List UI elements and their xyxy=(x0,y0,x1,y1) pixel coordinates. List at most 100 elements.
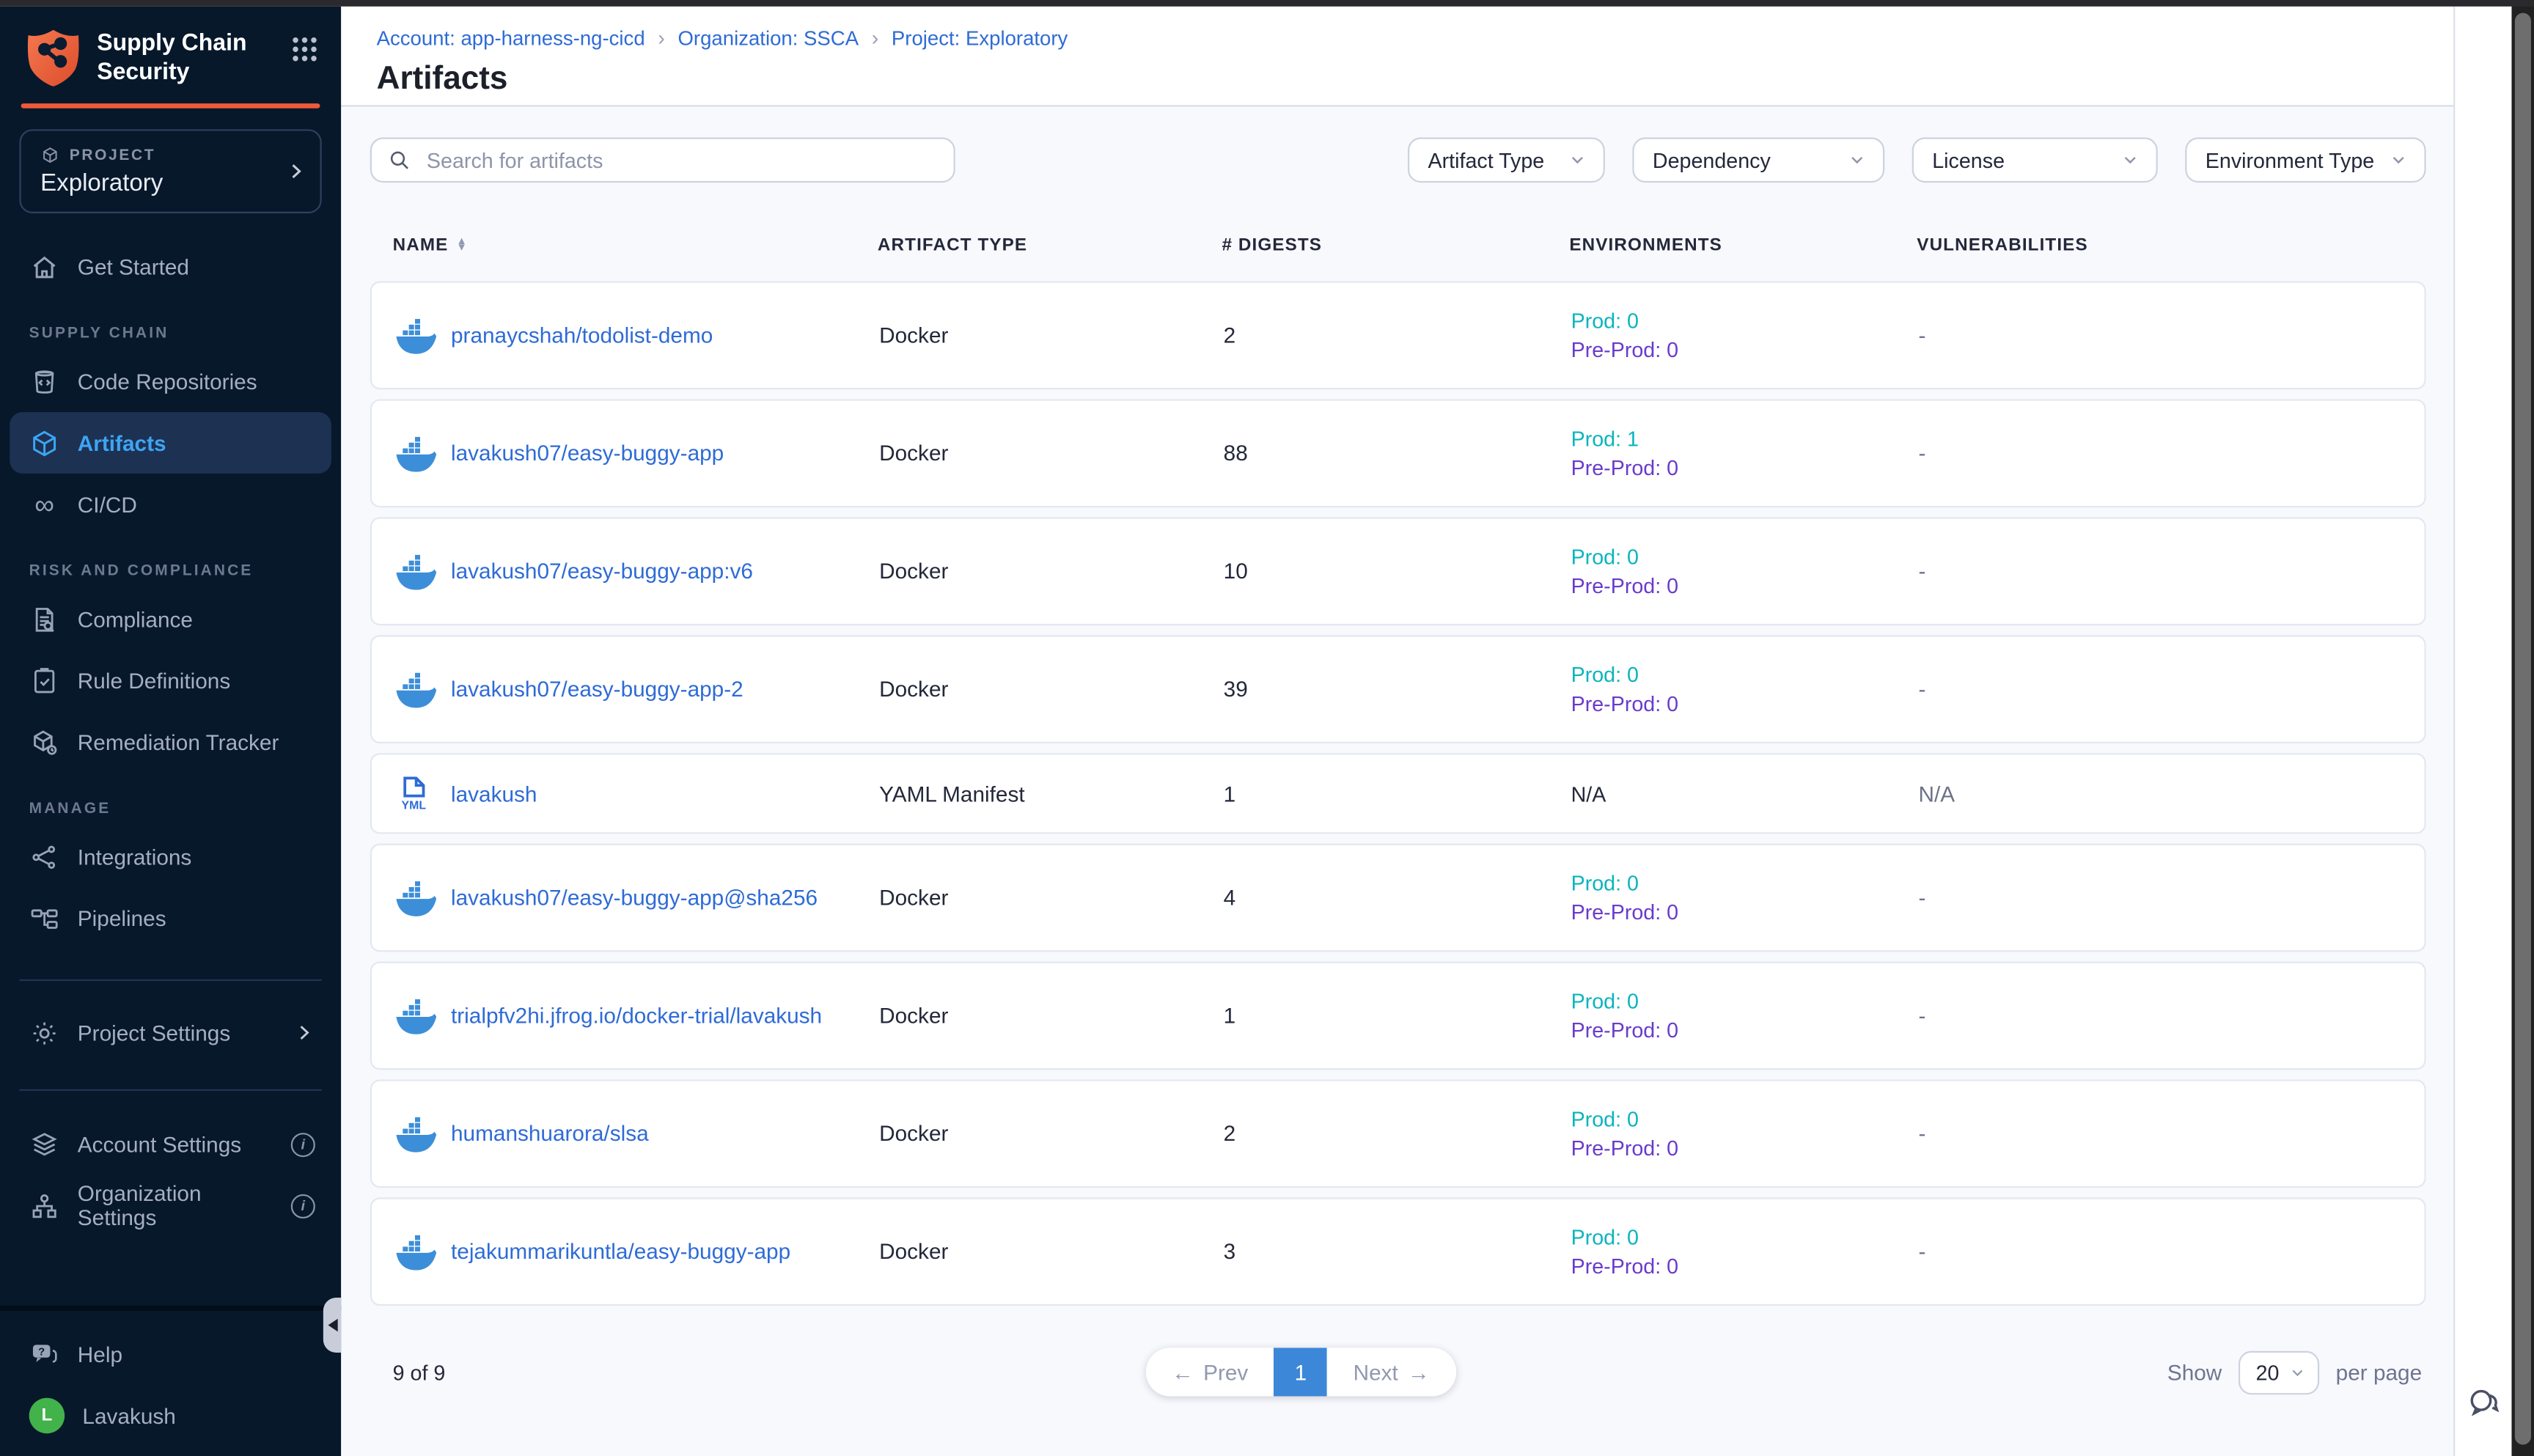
environments-cell: N/A xyxy=(1571,782,1919,806)
env-preprod-link[interactable]: Pre-Prod: 0 xyxy=(1571,900,1919,924)
artifact-type-value: Docker xyxy=(879,677,1224,702)
vulnerabilities-value: N/A xyxy=(1919,782,2424,806)
env-prod-link[interactable]: Prod: 0 xyxy=(1571,871,1919,895)
sidebar-item-integrations[interactable]: Integrations xyxy=(10,826,331,887)
env-prod-link[interactable]: Prod: 0 xyxy=(1571,545,1919,569)
vulnerabilities-value: - xyxy=(1919,559,2424,584)
sidebar-item-label: CI/CD xyxy=(78,492,137,516)
artifact-name-link[interactable]: humanshuarora/slsa xyxy=(451,1122,649,1146)
vulnerabilities-value: - xyxy=(1919,1240,2424,1264)
env-preprod-link[interactable]: Pre-Prod: 0 xyxy=(1571,691,1919,716)
artifact-name-link[interactable]: pranaycshah/todolist-demo xyxy=(451,323,713,348)
filter-dependency[interactable]: Dependency xyxy=(1631,137,1884,183)
sidebar-item-organization-settings[interactable]: Organization Settings i xyxy=(10,1175,331,1237)
info-icon[interactable]: i xyxy=(291,1132,315,1156)
page-size-select[interactable]: 20 xyxy=(2238,1351,2319,1395)
vulnerabilities-value: - xyxy=(1919,441,2424,466)
help-chat-icon: ? xyxy=(29,1339,60,1369)
sidebar-footer: ? Help L Lavakush xyxy=(0,1306,341,1456)
sidebar-item-remediation-tracker[interactable]: Remediation Tracker xyxy=(10,711,331,773)
page-scrollbar[interactable] xyxy=(2511,0,2534,1456)
env-prod-link[interactable]: Prod: 1 xyxy=(1571,427,1919,451)
docker-icon xyxy=(394,668,436,710)
env-prod-link[interactable]: Prod: 0 xyxy=(1571,989,1919,1013)
filter-label: License xyxy=(1932,148,2005,172)
filter-license[interactable]: License xyxy=(1911,137,2157,183)
environments-cell: Prod: 0 Pre-Prod: 0 xyxy=(1571,663,1919,716)
arrow-right-icon: → xyxy=(1408,1360,1430,1384)
pager: ← Prev 1 Next→ xyxy=(1146,1347,1455,1396)
docker-icon xyxy=(394,1231,436,1273)
env-preprod-link[interactable]: Pre-Prod: 0 xyxy=(1571,1136,1919,1161)
env-prod-link[interactable]: Prod: 0 xyxy=(1571,309,1919,333)
scrollbar-thumb[interactable] xyxy=(2515,13,2531,1445)
docker-icon xyxy=(394,433,436,474)
page-1-button[interactable]: 1 xyxy=(1274,1347,1328,1396)
layers-icon xyxy=(29,1129,60,1160)
sidebar-item-project-settings[interactable]: Project Settings xyxy=(10,1002,331,1064)
artifact-name-link[interactable]: tejakummarikuntla/easy-buggy-app xyxy=(451,1240,790,1264)
env-preprod-link[interactable]: Pre-Prod: 0 xyxy=(1571,1018,1919,1043)
chevron-down-icon xyxy=(2120,150,2139,169)
collapse-arrow-icon xyxy=(327,1319,337,1332)
column-header-vulnerabilities: VULNERABILITIES xyxy=(1917,236,2087,255)
breadcrumb-project-link[interactable]: Project: Exploratory xyxy=(892,26,1068,49)
breadcrumb-organization-link[interactable]: Organization: SSCA xyxy=(677,26,859,49)
env-prod-link[interactable]: Prod: 0 xyxy=(1571,663,1919,687)
env-preprod-link[interactable]: Pre-Prod: 0 xyxy=(1571,574,1919,598)
brand-title: Supply Chain Security xyxy=(97,27,291,87)
search-box xyxy=(370,137,955,183)
arrow-left-icon: ← xyxy=(1172,1360,1194,1384)
user-menu[interactable]: L Lavakush xyxy=(10,1385,331,1446)
env-prod-link[interactable]: Prod: 0 xyxy=(1571,1107,1919,1131)
environments-cell: Prod: 0 Pre-Prod: 0 xyxy=(1571,309,1919,362)
digests-count: 88 xyxy=(1224,441,1571,466)
info-icon[interactable]: i xyxy=(291,1194,315,1218)
project-selector[interactable]: PROJECT Exploratory xyxy=(19,129,321,213)
filter-artifact-type[interactable]: Artifact Type xyxy=(1407,137,1604,183)
environments-cell: Prod: 0 Pre-Prod: 0 xyxy=(1571,545,1919,598)
prev-page-button[interactable]: ← Prev xyxy=(1146,1347,1274,1396)
artifact-name-link[interactable]: lavakush07/easy-buggy-app:v6 xyxy=(451,559,753,584)
window-top-edge xyxy=(0,0,2534,7)
artifact-name-link[interactable]: trialpfv2hi.jfrog.io/docker-trial/lavaku… xyxy=(451,1004,822,1028)
sidebar-item-get-started[interactable]: Get Started xyxy=(10,236,331,298)
artifacts-cube-icon xyxy=(29,427,60,458)
artifact-name-link[interactable]: lavakush07/easy-buggy-app xyxy=(451,441,724,466)
env-preprod-link[interactable]: Pre-Prod: 0 xyxy=(1571,456,1919,480)
digests-count: 1 xyxy=(1224,1004,1571,1028)
sidebar-item-rule-definitions[interactable]: Rule Definitions xyxy=(10,650,331,711)
sidebar-item-cicd[interactable]: ∞ CI/CD xyxy=(10,474,331,535)
filter-environment-type[interactable]: Environment Type xyxy=(2184,137,2425,183)
project-label: PROJECT xyxy=(70,146,155,163)
artifact-type-value: YAML Manifest xyxy=(879,782,1224,806)
sidebar-item-compliance[interactable]: Compliance xyxy=(10,588,331,650)
sidebar-item-pipelines[interactable]: Pipelines xyxy=(10,887,331,949)
next-page-button[interactable]: Next→ xyxy=(1327,1347,1455,1396)
environments-value: N/A xyxy=(1571,782,1919,806)
prev-label: Prev xyxy=(1203,1360,1248,1384)
vulnerabilities-value: - xyxy=(1919,677,2424,702)
sidebar-item-artifacts[interactable]: Artifacts xyxy=(10,412,331,474)
sort-icon[interactable]: ▲▼ xyxy=(456,239,467,252)
sidebar-item-code-repositories[interactable]: Code Repositories xyxy=(10,350,331,412)
support-chat-icon[interactable] xyxy=(2467,1385,2502,1420)
sidebar-divider xyxy=(19,1089,321,1091)
env-preprod-link[interactable]: Pre-Prod: 0 xyxy=(1571,1254,1919,1279)
env-preprod-link[interactable]: Pre-Prod: 0 xyxy=(1571,338,1919,362)
artifact-name-link[interactable]: lavakush07/easy-buggy-app@sha256 xyxy=(451,886,818,910)
artifact-name-link[interactable]: lavakush xyxy=(451,782,537,806)
section-label-risk-compliance: RISK AND COMPLIANCE xyxy=(29,562,341,580)
sidebar-item-account-settings[interactable]: Account Settings i xyxy=(10,1114,331,1175)
env-prod-link[interactable]: Prod: 0 xyxy=(1571,1225,1919,1249)
sidebar-item-label: Organization Settings xyxy=(78,1181,273,1229)
breadcrumb-account-link[interactable]: Account: app-harness-ng-cicd xyxy=(377,26,645,49)
search-input[interactable] xyxy=(424,146,938,173)
sidebar-collapse-toggle[interactable] xyxy=(323,1298,341,1353)
sidebar-item-help[interactable]: ? Help xyxy=(10,1323,331,1385)
sidebar-item-label: Remediation Tracker xyxy=(78,729,279,754)
artifact-name-link[interactable]: lavakush07/easy-buggy-app-2 xyxy=(451,677,743,702)
docker-icon xyxy=(394,1113,436,1155)
module-grid-icon[interactable] xyxy=(291,35,318,62)
toolbar: Artifact Type Dependency License Environ… xyxy=(370,137,2425,183)
